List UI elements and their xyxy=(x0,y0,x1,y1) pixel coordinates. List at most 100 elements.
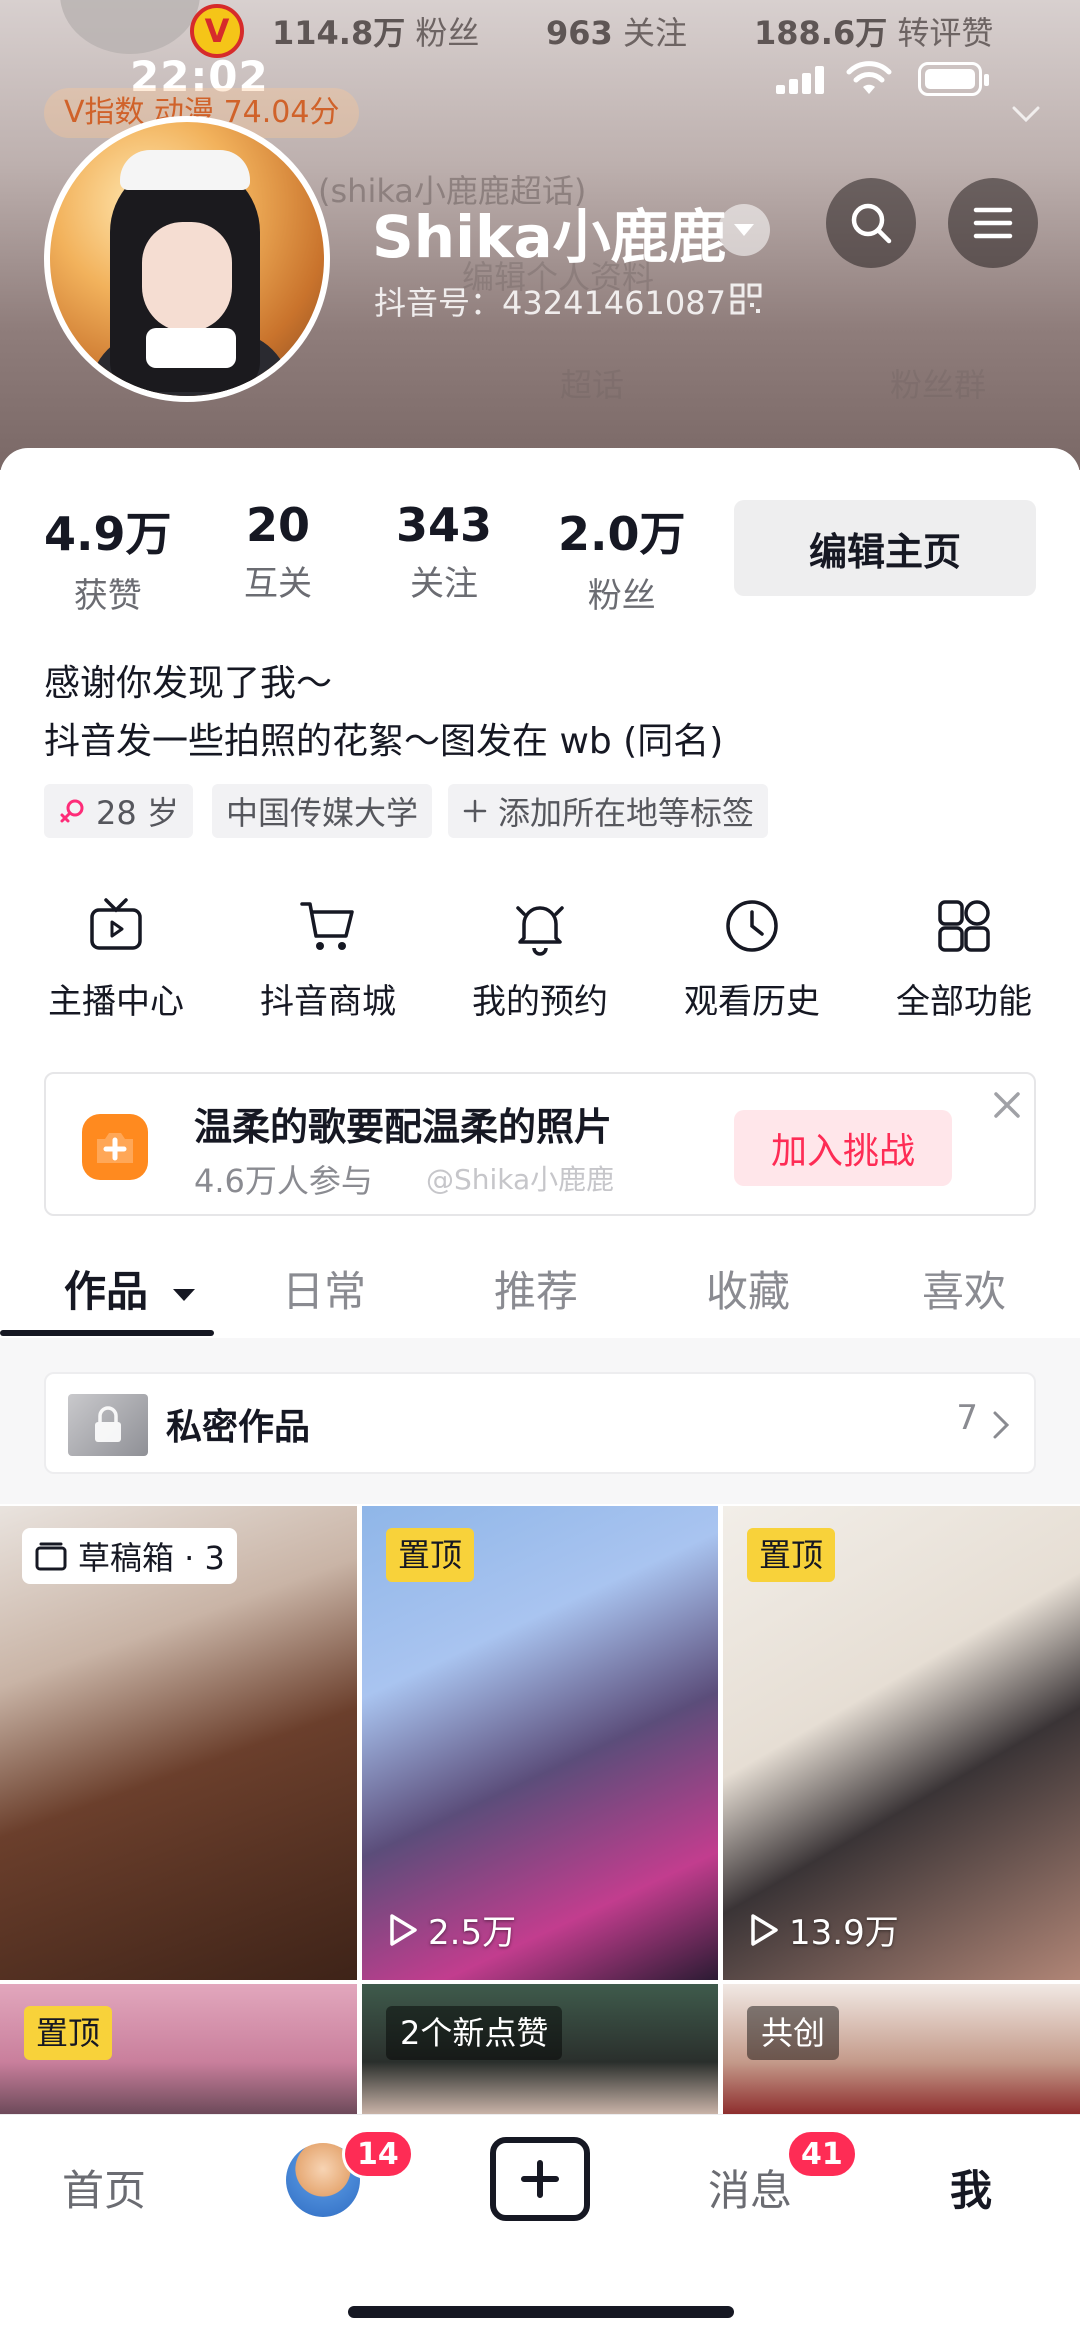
play-icon xyxy=(751,1913,778,1946)
function-label: 观看历史 xyxy=(684,982,820,1022)
stat-label: 互关 xyxy=(244,564,312,604)
background-tab-chaohua: 超话 xyxy=(560,366,625,404)
plus-icon xyxy=(463,799,487,823)
stat-mutual[interactable]: 20 互关 xyxy=(244,498,312,605)
female-icon xyxy=(60,799,84,823)
private-works-thumbnail xyxy=(68,1394,148,1456)
stat-label: 关注 xyxy=(410,564,479,604)
add-tag-button[interactable]: 添加所在地等标签 xyxy=(448,784,769,838)
profile-name: Shika小鹿鹿 xyxy=(372,203,727,271)
background-tab-fans-group: 粉丝群 xyxy=(890,366,987,404)
pinned-badge: 置顶 xyxy=(747,1528,836,1582)
video-thumbnail-2[interactable]: 置顶 2.5万 xyxy=(362,1506,718,1980)
background-following-stat: 963 关注 xyxy=(546,14,687,52)
bio-line-1: 感谢你发现了我～ xyxy=(44,663,333,704)
video-thumbnail-6[interactable]: 共创 xyxy=(723,1984,1080,2114)
background-overlay-row: V 114.8万 粉丝 963 关注 188.6万 转评赞 xyxy=(0,0,1080,58)
create-button[interactable] xyxy=(490,2137,590,2221)
search-button[interactable] xyxy=(826,178,916,268)
stat-value: 343 xyxy=(396,498,493,552)
play-icon xyxy=(390,1913,417,1946)
wifi-icon xyxy=(846,61,892,94)
join-challenge-button[interactable]: 加入挑战 xyxy=(734,1110,952,1186)
video-thumbnail-3[interactable]: 置顶 13.9万 xyxy=(723,1506,1080,1980)
draft-video-thumbnail[interactable]: 草稿箱 · 3 xyxy=(0,1506,357,1980)
add-tag-label: 添加所在地等标签 xyxy=(498,794,755,832)
tab-recommend[interactable]: 推荐 xyxy=(494,1258,578,1319)
clock-icon xyxy=(726,900,778,952)
battery-icon xyxy=(918,62,989,96)
qr-code-icon[interactable] xyxy=(730,283,762,315)
chevron-right-icon xyxy=(993,1411,1010,1439)
edit-profile-button[interactable]: 编辑主页 xyxy=(734,500,1036,596)
chevron-down-icon[interactable] xyxy=(1008,96,1044,132)
stat-likes[interactable]: 4.9万 获赞 xyxy=(44,498,172,617)
menu-button[interactable] xyxy=(948,178,1038,268)
avatar-collar-shape xyxy=(146,328,236,368)
stat-following[interactable]: 343 关注 xyxy=(396,498,492,605)
search-icon xyxy=(851,203,892,244)
private-works-row[interactable]: 私密作品 7 xyxy=(44,1372,1036,1474)
menu-icon xyxy=(973,207,1013,239)
tab-works-label: 作品 xyxy=(64,1267,149,1316)
profile-banner: V 114.8万 粉丝 963 关注 188.6万 转评赞 22:02 V指数 … xyxy=(0,0,1080,470)
stat-value: 4.9万 xyxy=(44,507,172,561)
stat-value: 2.0万 xyxy=(558,507,686,561)
school-tag: 中国传媒大学 xyxy=(212,784,433,838)
play-count: 13.9万 xyxy=(749,1905,899,1954)
close-icon[interactable] xyxy=(990,1088,1024,1122)
tab-favorites[interactable]: 收藏 xyxy=(706,1258,790,1319)
nav-home[interactable]: 首页 xyxy=(62,2157,146,2218)
school-tag-label: 中国传媒大学 xyxy=(226,794,419,832)
signal-icon xyxy=(776,66,828,94)
function-streamer-center[interactable]: 主播中心 xyxy=(36,896,196,1023)
content-tabs: 作品 日常 推荐 收藏 喜欢 xyxy=(0,1244,1080,1340)
function-watch-history[interactable]: 观看历史 xyxy=(672,896,832,1023)
caret-down-icon xyxy=(734,224,754,236)
verified-v-icon: V xyxy=(190,4,244,58)
challenge-card[interactable]: 温柔的歌要配温柔的照片 4.6万人参与 @Shika小鹿鹿 加入挑战 xyxy=(44,1072,1036,1216)
bio-line-2: 抖音发一些拍照的花絮～图发在 wb (同名) xyxy=(44,721,724,762)
draft-box-icon xyxy=(35,1542,67,1571)
tab-daily[interactable]: 日常 xyxy=(282,1258,366,1319)
nav-messages[interactable]: 消息 xyxy=(708,2157,792,2218)
weibo-watermark: @Shika小鹿鹿 xyxy=(426,1163,615,1196)
background-fans-stat: 114.8万 粉丝 xyxy=(272,14,480,52)
play-count: 2.5万 xyxy=(388,1905,516,1954)
tab-likes[interactable]: 喜欢 xyxy=(922,1258,1006,1319)
challenge-title: 温柔的歌要配温柔的照片 xyxy=(194,1105,613,1149)
function-my-reservations[interactable]: 我的预约 xyxy=(460,896,620,1023)
function-all-features[interactable]: 全部功能 xyxy=(884,896,1044,1023)
new-likes-badge: 2个新点赞 xyxy=(386,2006,563,2060)
video-thumbnail-5[interactable]: 2个新点赞 xyxy=(362,1984,718,2114)
messages-badge: 41 xyxy=(786,2129,858,2179)
play-count-value: 13.9万 xyxy=(789,1913,899,1953)
video-thumbnail-4[interactable]: 置顶 xyxy=(0,1984,357,2114)
function-label: 主播中心 xyxy=(48,982,184,1022)
avatar-headdress-shape xyxy=(120,150,250,190)
background-likes-stat: 188.6万 转评赞 xyxy=(754,14,994,52)
stat-value: 20 xyxy=(245,498,310,552)
nav-me[interactable]: 我 xyxy=(950,2157,992,2218)
background-avatar xyxy=(60,0,200,54)
stat-fans[interactable]: 2.0万 粉丝 xyxy=(558,498,686,617)
account-switch-button[interactable] xyxy=(718,204,770,256)
co-create-badge: 共创 xyxy=(747,2006,840,2060)
bell-icon xyxy=(516,906,564,956)
tab-works[interactable]: 作品 xyxy=(64,1258,197,1319)
function-douyin-mall[interactable]: 抖音商城 xyxy=(248,896,408,1023)
drafts-badge: 草稿箱 · 3 xyxy=(22,1528,237,1584)
challenge-participants: 4.6万人参与 xyxy=(194,1162,373,1200)
home-indicator[interactable] xyxy=(348,2306,734,2318)
age-tag-label: 28 岁 xyxy=(96,794,179,832)
avatar-face-shape xyxy=(142,222,232,332)
cart-icon xyxy=(300,902,354,950)
private-works-section: 私密作品 7 xyxy=(0,1338,1080,1504)
grid-icon xyxy=(938,900,990,952)
function-label: 抖音商城 xyxy=(260,982,396,1022)
private-works-label: 私密作品 xyxy=(166,1407,311,1448)
profile-avatar[interactable] xyxy=(44,116,330,402)
douyin-id[interactable]: 抖音号：43241461087 xyxy=(374,278,726,324)
camera-plus-icon xyxy=(82,1114,148,1180)
stat-label: 获赞 xyxy=(73,576,142,616)
